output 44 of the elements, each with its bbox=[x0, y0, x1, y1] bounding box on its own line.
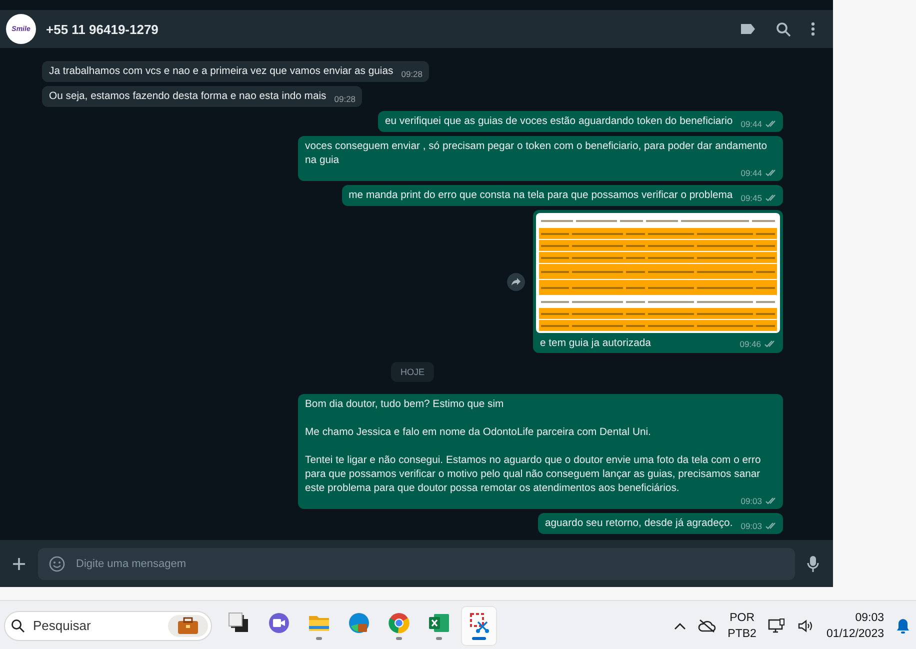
contact-name: +55 11 96419-1279 bbox=[46, 22, 160, 36]
message-text: Ja trabalhamos com vcs e nao e a primeira vez que vamos enviar as guias bbox=[49, 65, 394, 79]
speaker-icon[interactable] bbox=[798, 618, 814, 632]
message-text: e tem guia ja autorizada bbox=[540, 338, 652, 349]
message-text: voces conseguem enviar , só precisam pegar o token com o beneficiario, para poder dar andamento na guia bbox=[305, 140, 768, 168]
search-icon bbox=[11, 618, 25, 632]
message-time: 09:28 bbox=[401, 69, 422, 79]
share-arrow-icon bbox=[511, 277, 521, 286]
screenshot-thumbnail-drawing[interactable] bbox=[536, 213, 780, 333]
message-time: 09:28 bbox=[334, 94, 356, 104]
message-text: Ou seja, estamos fazendo desta forma e nao esta indo mais bbox=[49, 90, 326, 104]
label-icon[interactable] bbox=[740, 23, 756, 35]
message-time: 09:44 bbox=[740, 168, 762, 178]
clock-date[interactable]: 01/12/2023 bbox=[826, 626, 884, 642]
emoji-icon[interactable] bbox=[49, 556, 65, 572]
chrome-icon bbox=[388, 612, 410, 634]
message-time: 09:03 bbox=[740, 496, 762, 506]
chevron-up-icon[interactable] bbox=[674, 622, 686, 630]
menu-icon[interactable] bbox=[811, 22, 815, 36]
message-time: 09:03 bbox=[740, 521, 762, 531]
date-chip: HOJE bbox=[391, 362, 434, 382]
forward-button[interactable] bbox=[507, 272, 525, 290]
microphone-icon[interactable] bbox=[807, 554, 819, 572]
bell-icon[interactable] bbox=[896, 618, 910, 634]
message-time: 09:46 bbox=[740, 339, 761, 349]
meet-icon bbox=[268, 612, 290, 634]
attach-icon[interactable] bbox=[12, 556, 26, 570]
message-text: aguardo seu retorno, desde já agradeço. bbox=[544, 517, 733, 531]
monitor-icon[interactable] bbox=[768, 618, 786, 634]
search-icon[interactable] bbox=[776, 22, 791, 36]
snip-icon bbox=[468, 612, 490, 634]
keyboard-layout[interactable]: PTB2 bbox=[728, 626, 756, 642]
clock-time[interactable]: 09:03 bbox=[855, 610, 884, 626]
message-time: 09:44 bbox=[740, 119, 762, 129]
edge-icon bbox=[348, 612, 370, 634]
message-input[interactable]: Digite uma mensagem bbox=[38, 548, 795, 580]
message-time: 09:45 bbox=[740, 193, 762, 203]
desktop-icon bbox=[228, 612, 250, 634]
message-text: eu verifiquei que as guias de voces estão aguardando token do beneficiario bbox=[384, 115, 733, 129]
language-indicator[interactable]: POR bbox=[730, 610, 755, 626]
message-text: Bom dia doutor, tudo bem? Estimo que sim Me chamo Jessica e falo em nome da OdontoLife parceira com Dental Uni. Tentei te ligar e não consegui. Estamos no aguardo que o doutor envie uma foto da tela com o erro para que possamos verificar o motivo pelo qual não conseguem lançar as guias, precisamos sanar este problema para que doutor possa remotar os atendimentos aos beneficiários. bbox=[305, 398, 762, 496]
excel-icon bbox=[428, 612, 450, 634]
message-text: me manda print do erro que consta na tela para que possamos verificar o problema bbox=[348, 189, 733, 203]
cloud-off-icon[interactable] bbox=[698, 618, 716, 632]
